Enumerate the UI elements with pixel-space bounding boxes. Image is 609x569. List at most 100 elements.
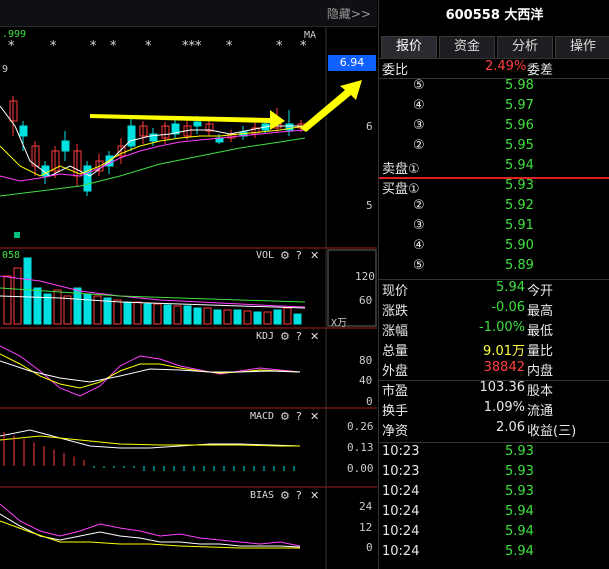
kdj-title: KDJ (256, 331, 275, 342)
stat-value: 5.94 (496, 280, 525, 295)
tab-quote[interactable]: 报价 (381, 36, 437, 58)
stat-row: 涨跌 -0.06 最高 (379, 300, 609, 320)
divider (379, 442, 609, 443)
volume-bar (43, 293, 52, 325)
stat-value: 1.09% (483, 400, 525, 415)
tick-time: 10:24 (382, 524, 420, 539)
weibi-value: 2.49% (485, 59, 527, 74)
tick-row: 10:24 5.94 (379, 544, 609, 564)
order-price: 5.90 (505, 238, 534, 253)
volume-bar (153, 303, 162, 325)
gear-icon[interactable]: ⚙ (280, 330, 290, 343)
gear-icon[interactable]: ⚙ (280, 410, 290, 423)
annotation-arrow-up (300, 80, 362, 132)
stat-label: 最高 (527, 304, 554, 319)
macd-title: MACD (250, 411, 275, 422)
stat-label: 流通 (527, 404, 554, 419)
stat-value: -0.06 (491, 300, 525, 315)
stat-row: 外盘 38842 内盘 (379, 360, 609, 380)
volume-bar (113, 299, 122, 325)
tick-row: 10:24 5.93 (379, 484, 609, 504)
sell-order-row: ⑤ 5.98 (379, 78, 609, 98)
volume-bar (293, 313, 302, 325)
chart-area[interactable]: 隐藏>> .999 MA * * * * * *** * * * 9 6.94 6 5 VOL … (0, 0, 377, 569)
close-icon[interactable]: ✕ (310, 249, 319, 262)
bias-axis-label: 24 (359, 500, 373, 513)
quote-panel: 600558 大西洋 报价 资金 分析 操作 委比 2.49% 委差 ⑤ 5.98… (378, 0, 609, 569)
stat-label: 涨跌 (382, 304, 409, 319)
close-icon[interactable]: ✕ (310, 330, 319, 343)
tick-time: 10:24 (382, 484, 420, 499)
tick-time: 10:23 (382, 464, 420, 479)
buy-order-row: ⑤ 5.89 (379, 258, 609, 278)
order-level-label: ② (413, 198, 425, 213)
order-level-label: ④ (413, 98, 425, 113)
volume-bar (13, 267, 22, 325)
kdj-axis-label: 0 (366, 395, 373, 408)
close-icon[interactable]: ✕ (310, 410, 319, 423)
question-icon[interactable]: ? (296, 489, 302, 502)
stat-row: 现价 5.94 今开 (379, 280, 609, 300)
stat-row: 涨幅 -1.00% 最低 (379, 320, 609, 340)
tick-price: 5.94 (505, 524, 534, 539)
vol-unit-label: X万 (331, 318, 348, 329)
tab-operation[interactable]: 操作 (555, 36, 609, 58)
tick-list[interactable]: 10:23 5.93 10:23 5.93 10:24 5.93 10:24 5.94 10:2… (379, 444, 609, 568)
tab-analysis[interactable]: 分析 (497, 36, 553, 58)
bias-title: BIAS (250, 490, 275, 501)
buy-order-row: ④ 5.90 (379, 238, 609, 258)
order-level-label: ⑤ (413, 258, 425, 273)
order-level-label: ③ (413, 118, 425, 133)
tick-row: 10:24 5.94 (379, 504, 609, 524)
volume-bar (253, 311, 262, 325)
macd-axis-label: 0.26 (347, 420, 374, 433)
fundamental-row: 市盈 103.36 股本 (379, 380, 609, 400)
volume-bar (223, 309, 232, 325)
sell-orders: ⑤ 5.98 ④ 5.97 ③ 5.96 ② 5.95 卖盘① 5.94 (379, 78, 609, 178)
close-icon[interactable]: ✕ (310, 489, 319, 502)
sell-order-row: ④ 5.97 (379, 98, 609, 118)
order-price: 5.96 (505, 118, 534, 133)
bias-axis-label: 12 (359, 521, 373, 534)
vol-axis-label: 120 (355, 270, 375, 283)
kdj-axis-label: 40 (359, 374, 373, 387)
stat-label: 内盘 (527, 364, 554, 379)
gear-icon[interactable]: ⚙ (280, 249, 290, 262)
volume-bar (23, 257, 32, 325)
tab-funds[interactable]: 资金 (439, 36, 495, 58)
kdj-axis-label: 80 (359, 354, 373, 367)
tick-price: 5.93 (505, 444, 534, 459)
volume-bar (203, 307, 212, 325)
vol-title: VOL (256, 250, 275, 261)
order-price: 5.91 (505, 218, 534, 233)
stat-label: 股本 (527, 384, 554, 399)
question-icon[interactable]: ? (296, 410, 302, 423)
tick-time: 10:24 (382, 504, 420, 519)
stat-label: 现价 (382, 284, 409, 299)
gear-icon[interactable]: ⚙ (280, 489, 290, 502)
order-price: 5.97 (505, 98, 534, 113)
hide-panel-button[interactable]: 隐藏>> (327, 5, 371, 22)
stat-label: 市盈 (382, 384, 409, 399)
tick-time: 10:23 (382, 444, 420, 459)
vol-partial-value: 058 (2, 250, 21, 261)
volume-bar (33, 287, 42, 325)
candle-body (193, 121, 202, 127)
volume-bar (233, 309, 242, 325)
volume-bar (133, 301, 142, 325)
marker-square (14, 232, 20, 238)
sell-order-row: 卖盘① 5.94 (379, 158, 609, 178)
question-icon[interactable]: ? (296, 249, 302, 262)
order-price: 5.98 (505, 78, 534, 93)
order-level-label: ③ (413, 218, 425, 233)
tick-price: 5.94 (505, 544, 534, 559)
order-level-label: ② (413, 138, 425, 153)
chart-top-bar: 隐藏>> (0, 0, 377, 27)
stats-block: 现价 5.94 今开 涨跌 -0.06 最高 涨幅 -1.00% 最低 总量 9.01万 量比 外盘 38… (379, 280, 609, 380)
question-icon[interactable]: ? (296, 330, 302, 343)
chart-canvas[interactable] (0, 26, 377, 569)
buy-orders: 买盘① 5.93 ② 5.92 ③ 5.91 ④ 5.90 ⑤ 5.89 (379, 178, 609, 278)
tick-price: 5.93 (505, 484, 534, 499)
volume-bar (243, 310, 252, 325)
volume-bar (53, 289, 62, 325)
